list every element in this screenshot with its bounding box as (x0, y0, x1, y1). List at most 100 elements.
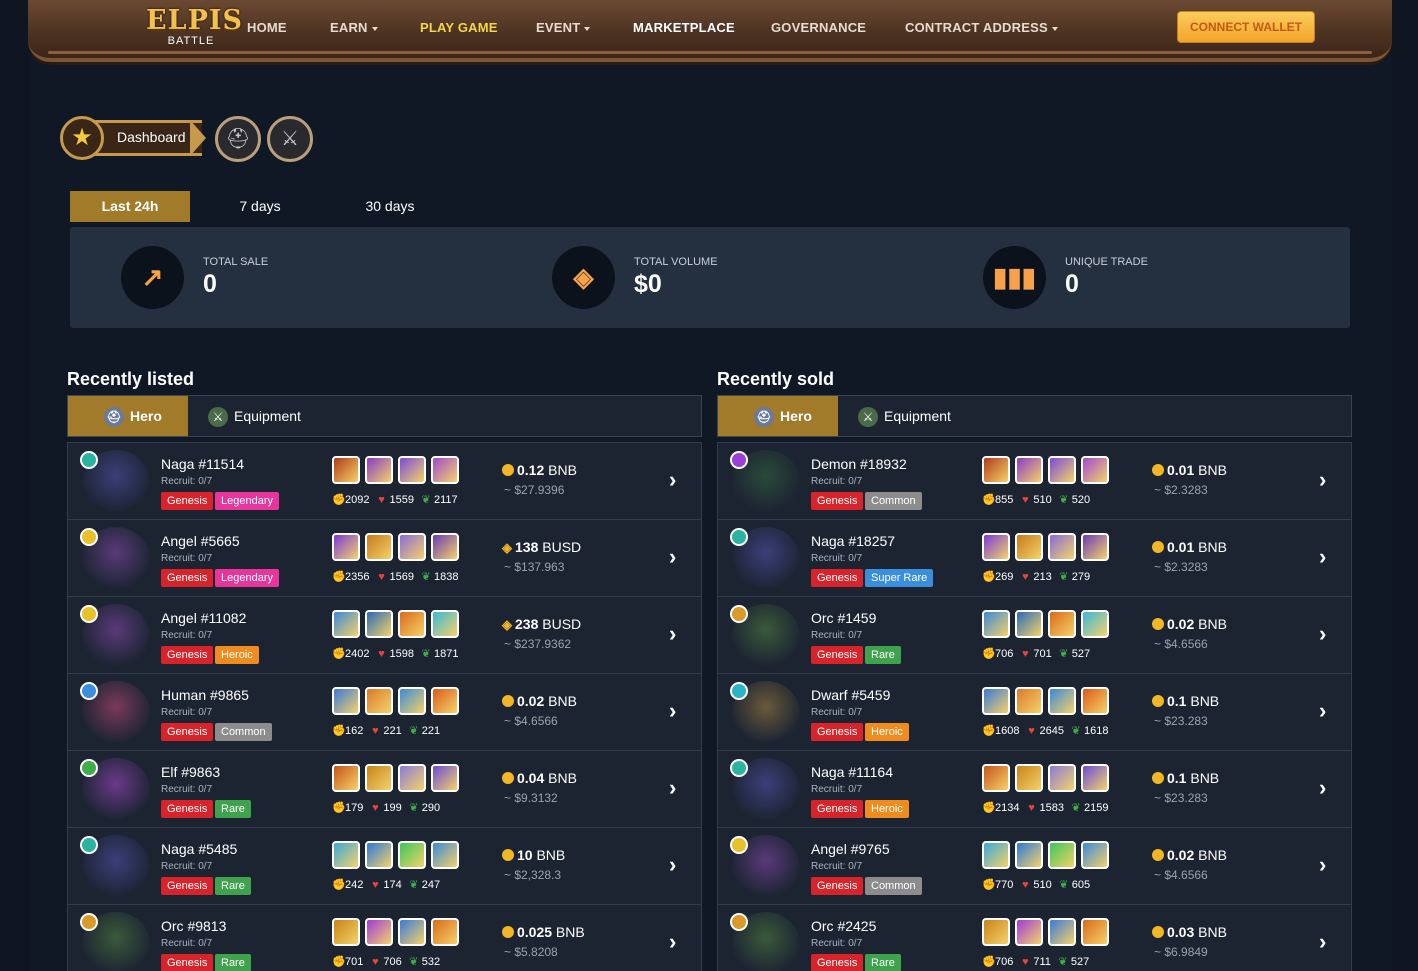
chevron-right-icon[interactable]: › (1319, 852, 1326, 878)
skill-icon (332, 610, 360, 638)
recruit-count: Recruit: 0/7 (161, 707, 213, 718)
price: 0.025 BNB (502, 924, 585, 940)
angel-class-icon (730, 836, 748, 854)
hero-row[interactable]: Naga #11514 Recruit: 0/7 Genesis Legendary ✊… (67, 442, 702, 519)
hero-stats: ✊2134 ♥ 1583 ❦ 2159 (982, 801, 1115, 814)
naga-class-icon (730, 528, 748, 546)
breadcrumb-dashboard[interactable]: ★ Dashboard (60, 116, 210, 160)
chevron-right-icon[interactable]: › (669, 852, 676, 878)
price-currency: BUSD (538, 539, 582, 555)
chevron-right-icon[interactable]: › (669, 544, 676, 570)
hero-row[interactable]: Naga #11164 Recruit: 0/7 Genesis Heroic ✊213… (717, 750, 1352, 827)
breadcrumb-equipment-icon[interactable]: ⚔ (267, 116, 313, 162)
chevron-right-icon[interactable]: › (1319, 621, 1326, 647)
rarity-tag: Legendary (215, 569, 279, 587)
chevron-right-icon[interactable]: › (1319, 929, 1326, 955)
hero-row[interactable]: Human #9865 Recruit: 0/7 Genesis Common ✊162… (67, 673, 702, 750)
attack-icon: ✊ (332, 648, 346, 660)
leaf-icon: ❦ (421, 648, 431, 660)
price-currency: BNB (544, 693, 577, 709)
hero-row[interactable]: Demon #18932 Recruit: 0/7 Genesis Common ✊85… (717, 442, 1352, 519)
recently-listed-list: Naga #11514 Recruit: 0/7 Genesis Legendary ✊… (67, 442, 702, 971)
chevron-right-icon[interactable]: › (1319, 544, 1326, 570)
price-usd: ~ $27.9396 (504, 483, 565, 497)
rarity-tag: Common (865, 492, 922, 510)
skill-icon (1048, 687, 1076, 715)
chevron-right-icon[interactable]: › (669, 929, 676, 955)
nav-marketplace[interactable]: MARKETPLACE (633, 20, 735, 35)
hero-row[interactable]: Orc #9813 Recruit: 0/7 Genesis Rare ✊701 ♥ 706… (67, 904, 702, 971)
skill-icon (332, 687, 360, 715)
nav-contract-address[interactable]: CONTRACT ADDRESS (905, 20, 1058, 35)
chevron-right-icon[interactable]: › (1319, 775, 1326, 801)
recently-sold-tabs: ⛑ Hero ⚔ Equipment (717, 395, 1352, 437)
hero-row[interactable]: Angel #9765 Recruit: 0/7 Genesis Common ✊770… (717, 827, 1352, 904)
attack-value: 2134 (995, 802, 1020, 814)
hero-stats: ✊855 ♥ 510 ❦ 520 (982, 493, 1097, 506)
recruit-count: Recruit: 0/7 (811, 707, 863, 718)
hp-value: 510 (1033, 879, 1052, 891)
heart-icon: ♥ (372, 956, 379, 968)
recruit-count: Recruit: 0/7 (811, 938, 863, 949)
nav-governance[interactable]: GOVERNANCE (771, 20, 866, 35)
heart-icon: ♥ (372, 879, 379, 891)
hero-row[interactable]: Dwarf #5459 Recruit: 0/7 Genesis Heroic ✊160… (717, 673, 1352, 750)
hero-name: Demon #18932 (811, 456, 907, 472)
nav-earn[interactable]: EARN (330, 20, 378, 35)
skill-icon (431, 687, 459, 715)
hero-row[interactable]: Angel #5665 Recruit: 0/7 Genesis Legendary ✊… (67, 519, 702, 596)
price: 0.12 BNB (502, 462, 577, 478)
chevron-right-icon[interactable]: › (669, 698, 676, 724)
skill-icon (1081, 764, 1109, 792)
skill-icon (365, 918, 393, 946)
hp-value: 711 (1033, 956, 1051, 968)
rarity-tag: Rare (865, 646, 901, 664)
skill-icon (398, 918, 426, 946)
skill-icon (1048, 841, 1076, 869)
chevron-right-icon[interactable]: › (1319, 467, 1326, 493)
hero-row[interactable]: Orc #1459 Recruit: 0/7 Genesis Rare ✊706 ♥ 701… (717, 596, 1352, 673)
bnb-icon (1152, 464, 1164, 476)
hero-row[interactable]: Elf #9863 Recruit: 0/7 Genesis Rare ✊179 ♥ 199… (67, 750, 702, 827)
hero-name: Human #9865 (161, 687, 249, 703)
attack-value: 242 (345, 879, 364, 891)
nav-event[interactable]: EVENT (536, 20, 591, 35)
tab-hero[interactable]: ⛑ Hero (68, 396, 188, 436)
defense-value: 279 (1071, 571, 1091, 583)
tab-7-days[interactable]: 7 days (200, 191, 320, 222)
chevron-right-icon[interactable]: › (669, 621, 676, 647)
logo[interactable]: ELPIS BATTLE (146, 6, 242, 47)
skill-icon (982, 456, 1010, 484)
tab-30-days[interactable]: 30 days (330, 191, 450, 222)
chevron-right-icon[interactable]: › (1319, 698, 1326, 724)
tab-equipment[interactable]: ⚔ Equipment (208, 396, 301, 436)
tab-last-24h[interactable]: Last 24h (70, 191, 190, 222)
tab-hero[interactable]: ⛑ Hero (718, 396, 838, 436)
skill-icons (982, 687, 1112, 717)
breadcrumb-hero-helmet-icon[interactable]: ⛑ (215, 116, 261, 162)
hero-row[interactable]: Naga #5485 Recruit: 0/7 Genesis Rare ✊242 ♥ 17… (67, 827, 702, 904)
chevron-right-icon[interactable]: › (669, 775, 676, 801)
attack-value: 706 (995, 648, 1014, 660)
tab-equipment[interactable]: ⚔ Equipment (858, 396, 951, 436)
attack-value: 179 (345, 802, 364, 814)
nav-play-game[interactable]: PLAY GAME (420, 20, 498, 35)
hero-name: Orc #9813 (161, 918, 227, 934)
connect-wallet-button[interactable]: CONNECT WALLET (1177, 11, 1315, 43)
hero-row[interactable]: Orc #2425 Recruit: 0/7 Genesis Rare ✊706 ♥ 711… (717, 904, 1352, 971)
attack-icon: ✊ (982, 571, 996, 583)
attack-icon: ✊ (982, 725, 996, 737)
hero-row[interactable]: Naga #18257 Recruit: 0/7 Genesis Super Rare… (717, 519, 1352, 596)
tab-hero-label: Hero (130, 408, 162, 424)
recruit-count: Recruit: 0/7 (161, 938, 213, 949)
price-usd: ~ $2.3283 (1154, 560, 1208, 574)
edition-tag: Genesis (161, 723, 214, 741)
bnb-icon (502, 849, 514, 861)
skill-icons (332, 918, 462, 948)
hero-row[interactable]: Angel #11082 Recruit: 0/7 Genesis Heroic ✊24… (67, 596, 702, 673)
nav-home[interactable]: HOME (247, 20, 287, 35)
price-value: 0.12 (517, 462, 545, 478)
price-value: 0.1 (1167, 693, 1187, 709)
price-usd: ~ $6.9849 (1154, 945, 1208, 959)
chevron-right-icon[interactable]: › (669, 467, 676, 493)
